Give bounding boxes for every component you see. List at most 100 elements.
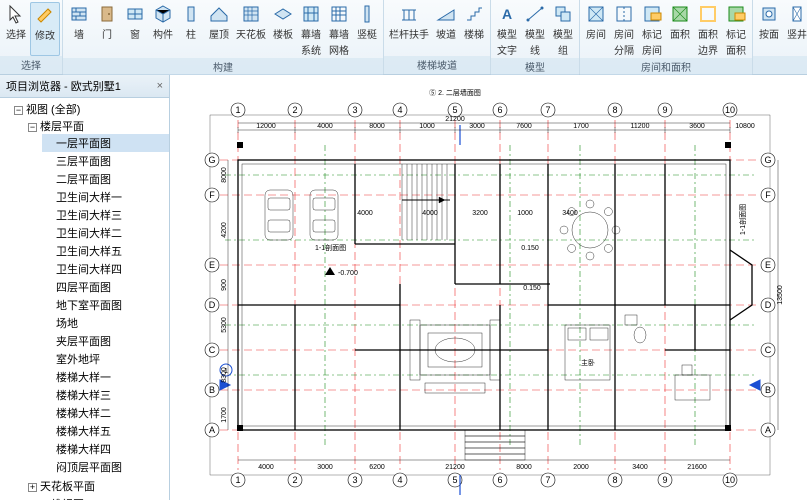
tree-item-label[interactable]: 楼梯大样一 xyxy=(42,372,111,384)
tree-item[interactable]: 一层平面图 xyxy=(42,134,169,152)
drawing-canvas[interactable]: ⑤ 2. 二层墙面图1122334455667788991010AABBCCDD… xyxy=(170,75,807,500)
tree-item-label[interactable]: 楼梯大样三 xyxy=(42,390,111,402)
tree-item[interactable]: 楼梯大样五 xyxy=(42,422,169,440)
tree-item-label[interactable]: 场地 xyxy=(42,318,78,330)
tree-item-label[interactable]: 三层平面图 xyxy=(42,156,111,168)
model-line-button[interactable]: 模型线 xyxy=(521,2,549,58)
curtain-system-button[interactable]: 幕墙系统 xyxy=(297,2,325,58)
roof-button[interactable]: 屋顶 xyxy=(205,2,233,58)
tree-item[interactable]: 夹层平面图 xyxy=(42,332,169,350)
tree-ceilingplans: +天花板平面 xyxy=(28,477,169,495)
tree-item[interactable]: 楼梯大样二 xyxy=(42,404,169,422)
tree-item-label[interactable]: 卫生间大样五 xyxy=(42,246,122,258)
modify-button[interactable]: 修改 xyxy=(30,2,60,56)
model-group-button[interactable]: 模型组 xyxy=(549,2,577,58)
model-group-icon xyxy=(552,3,574,25)
tree-item[interactable]: 室外地坪 xyxy=(42,350,169,368)
tree-node-label[interactable]: 楼层平面 xyxy=(40,121,84,133)
tree-item-label[interactable]: 地下室平面图 xyxy=(42,300,122,312)
tree-item-label[interactable]: 二层平面图 xyxy=(42,174,111,186)
ribbon-btn-label: 竖梃 xyxy=(357,26,377,41)
tree-item-label[interactable]: 卫生间大样四 xyxy=(42,264,122,276)
svg-text:6: 6 xyxy=(497,475,502,485)
tree-item-label[interactable]: 卫生间大样三 xyxy=(42,210,122,222)
area-bound-button[interactable]: 面积边界 xyxy=(694,2,722,58)
ribbon-btn-label: 构件 xyxy=(153,26,173,41)
stair-button[interactable]: 楼梯 xyxy=(460,2,488,56)
tree-item-label[interactable]: 卫生间大样二 xyxy=(42,228,122,240)
tree-item-label[interactable]: 室外地坪 xyxy=(42,354,100,366)
tree-item[interactable]: 卫生间大样二 xyxy=(42,224,169,242)
door-button[interactable]: 门 xyxy=(93,2,121,58)
shaft-icon xyxy=(786,3,807,25)
tree-item-label[interactable]: 四层平面图 xyxy=(42,282,111,294)
model-text-button[interactable]: A模型文字 xyxy=(493,2,521,58)
svg-text:4200: 4200 xyxy=(221,222,228,238)
tree-item-label[interactable]: 楼梯大样五 xyxy=(42,426,111,438)
tree-item[interactable]: 四层平面图 xyxy=(42,278,169,296)
tag-room-button[interactable]: 标记房间 xyxy=(638,2,666,58)
tree-item[interactable]: 楼梯大样四 xyxy=(42,440,169,458)
tree-item[interactable]: 地下室平面图 xyxy=(42,296,169,314)
by-face-button[interactable]: 按面 xyxy=(755,2,783,56)
tree-item[interactable]: 楼梯大样三 xyxy=(42,386,169,404)
tree-item-label[interactable]: 夹层平面图 xyxy=(42,336,111,348)
tree-item[interactable]: 卫生间大样三 xyxy=(42,206,169,224)
collapse-icon[interactable]: − xyxy=(28,123,37,132)
tag-area-icon xyxy=(725,3,747,25)
ramp-button[interactable]: 坡道 xyxy=(432,2,460,56)
ribbon-btn-label: 边界 xyxy=(698,42,718,57)
tag-area-button[interactable]: 标记面积 xyxy=(722,2,750,58)
svg-text:1: 1 xyxy=(235,105,240,115)
ribbon-btn-label: 面积 xyxy=(726,42,746,57)
collapse-icon[interactable]: − xyxy=(14,106,23,115)
tree-node-label[interactable]: 天花板平面 xyxy=(40,481,95,493)
tree-item[interactable]: 楼梯大样一 xyxy=(42,368,169,386)
window-button[interactable]: 窗 xyxy=(121,2,149,58)
ribbon-btn-label: 组 xyxy=(558,42,568,57)
svg-text:10: 10 xyxy=(725,475,735,485)
mullion-button[interactable]: 竖梃 xyxy=(353,2,381,58)
tree-item-label[interactable]: 闷顶层平面图 xyxy=(42,462,122,474)
ceiling-button[interactable]: 天花板 xyxy=(233,2,269,58)
tree-item-label[interactable]: 楼梯大样二 xyxy=(42,408,111,420)
tree-item[interactable]: 闷顶层平面图 xyxy=(42,458,169,476)
component-button[interactable]: 构件 xyxy=(149,2,177,58)
tree-item[interactable]: 卫生间大样五 xyxy=(42,242,169,260)
ribbon-btn-label: 模型 xyxy=(553,26,573,41)
ribbon-group-label: 房间和面积 xyxy=(580,58,752,76)
shaft-button[interactable]: 竖井 xyxy=(783,2,807,56)
tree-item[interactable]: 三层平面图 xyxy=(42,152,169,170)
tag-room-icon xyxy=(641,3,663,25)
room-button[interactable]: 房间 xyxy=(582,2,610,58)
close-icon[interactable]: × xyxy=(157,80,163,92)
floor-button[interactable]: 楼板 xyxy=(269,2,297,58)
svg-text:5: 5 xyxy=(452,475,457,485)
select-button[interactable]: 选择 xyxy=(2,2,30,56)
ribbon-btn-label: 模型 xyxy=(525,26,545,41)
svg-text:21200: 21200 xyxy=(445,116,465,123)
tree-item-label[interactable]: 一层平面图 xyxy=(42,138,111,150)
wall-button[interactable]: 墙 xyxy=(65,2,93,58)
tree-item[interactable]: 二层平面图 xyxy=(42,170,169,188)
column-button[interactable]: 柱 xyxy=(177,2,205,58)
svg-text:E: E xyxy=(765,260,771,270)
svg-text:3400: 3400 xyxy=(562,210,578,217)
curtain-grid-button[interactable]: 幕墙网格 xyxy=(325,2,353,58)
tree-node-label[interactable]: 视图 (全部) xyxy=(26,104,80,116)
tree-item[interactable]: 场地 xyxy=(42,314,169,332)
ribbon-btn-label: 门 xyxy=(102,26,112,41)
tree-item-label[interactable]: 楼梯大样四 xyxy=(42,444,111,456)
tree-item[interactable]: 卫生间大样四 xyxy=(42,260,169,278)
ribbon-group-label: 构建 xyxy=(63,58,383,76)
expand-icon[interactable]: + xyxy=(28,483,37,492)
tree-item-label[interactable]: 卫生间大样一 xyxy=(42,192,122,204)
tree-item[interactable]: 卫生间大样一 xyxy=(42,188,169,206)
svg-text:1-1剖面图: 1-1剖面图 xyxy=(738,204,747,235)
svg-text:7600: 7600 xyxy=(516,123,532,130)
ribbon-btn-label: 楼板 xyxy=(273,26,293,41)
railing-button[interactable]: 栏杆扶手 xyxy=(386,2,432,56)
svg-text:A: A xyxy=(209,425,215,435)
area-button[interactable]: 面积 xyxy=(666,2,694,58)
room-sep-button[interactable]: 房间分隔 xyxy=(610,2,638,58)
